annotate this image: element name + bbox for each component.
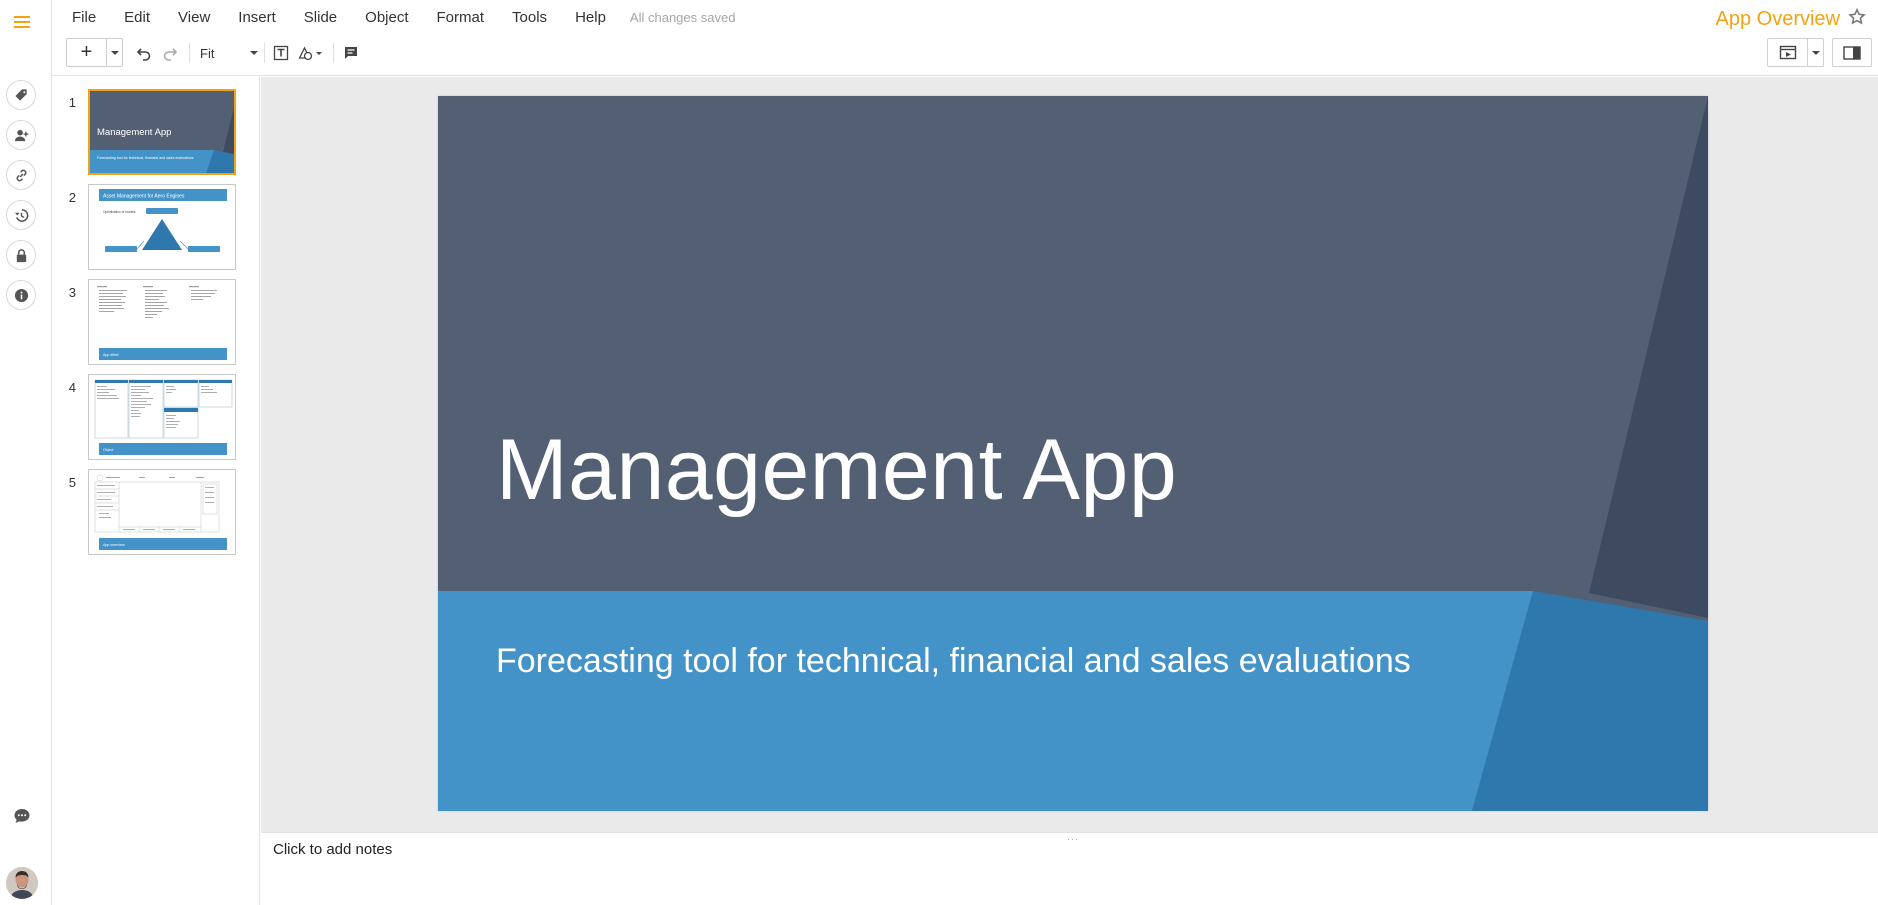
add-user-icon[interactable] [6, 120, 36, 150]
zoom-select[interactable]: Fit [200, 43, 258, 63]
history-icon[interactable] [6, 200, 36, 230]
menu-insert[interactable]: Insert [238, 9, 276, 26]
undo-icon[interactable] [135, 44, 153, 62]
menu-object[interactable]: Object [365, 9, 408, 26]
resize-handle[interactable]: ··· [1067, 834, 1079, 844]
slide-number: 3 [68, 285, 76, 300]
plus-icon[interactable]: + [67, 39, 107, 66]
lock-icon[interactable] [6, 240, 36, 270]
slide-thumbnail-1[interactable]: 1 Management App Forecasting tool for te… [52, 89, 260, 179]
chat-icon[interactable] [10, 804, 34, 828]
toolbar: + Fit [52, 38, 1878, 76]
slides-editor: File Edit View Insert Slide Object Forma… [0, 0, 1878, 905]
chevron-down-icon [1811, 50, 1820, 55]
thumb-subtitle: Optimization of models [103, 210, 136, 214]
thumb-title: App effort [103, 353, 119, 357]
thumb-title: Object [103, 448, 113, 452]
menu-help[interactable]: Help [575, 9, 606, 26]
slide-preview[interactable]: Management App Forecasting tool for tech… [88, 89, 236, 175]
new-slide-dropdown[interactable] [107, 39, 122, 66]
chevron-down-icon [110, 50, 119, 55]
menu-edit[interactable]: Edit [124, 9, 150, 26]
slide-canvas[interactable]: Management App Forecasting tool for tech… [438, 96, 1708, 811]
menu-format[interactable]: Format [437, 9, 485, 26]
tag-icon[interactable] [6, 80, 36, 110]
menubar: File Edit View Insert Slide Object Forma… [52, 0, 1878, 38]
left-rail [0, 0, 52, 905]
save-status: All changes saved [629, 10, 736, 25]
text-box-icon[interactable] [272, 44, 290, 62]
document-title[interactable]: App Overview [1716, 8, 1841, 31]
present-button[interactable] [1767, 38, 1824, 67]
slide-filmstrip: 1 Management App Forecasting tool for te… [52, 77, 260, 905]
shape-icon[interactable] [298, 44, 326, 62]
thumb-title: Management App [97, 127, 171, 138]
notes-placeholder[interactable]: Click to add notes [273, 841, 392, 858]
info-icon[interactable] [6, 280, 36, 310]
slide-preview[interactable]: Object [88, 374, 236, 460]
toolbar-divider [333, 43, 334, 63]
redo-icon[interactable] [161, 44, 179, 62]
toolbar-divider [264, 43, 265, 63]
menu-view[interactable]: View [178, 9, 210, 26]
slide-subtitle[interactable]: Forecasting tool for technical, financia… [496, 642, 1411, 681]
slide-thumbnail-3[interactable]: 3 App effort [52, 279, 260, 369]
zoom-value: Fit [200, 45, 215, 61]
slide-number: 5 [68, 475, 76, 490]
slide-preview[interactable]: Asset Management for Aero Engines Optimi… [88, 184, 236, 270]
slide-thumbnail-2[interactable]: 2 Asset Management for Aero Engines Opti… [52, 184, 260, 274]
slide-workspace: Management App Forecasting tool for tech… [261, 77, 1878, 832]
toolbar-divider [189, 43, 190, 63]
hamburger-menu-icon[interactable] [12, 12, 32, 32]
slide-thumbnail-5[interactable]: 5 App overview [52, 469, 260, 559]
thumb-subtitle: Forecasting tool for technical, financia… [97, 156, 194, 160]
present-dropdown[interactable] [1808, 39, 1823, 66]
slide-preview[interactable]: App effort [88, 279, 236, 365]
side-panel-toggle-icon[interactable] [1832, 38, 1872, 67]
speaker-notes[interactable]: ··· Click to add notes [261, 832, 1878, 905]
new-slide-button[interactable]: + [66, 38, 123, 67]
menu-file[interactable]: File [72, 9, 96, 26]
comment-icon[interactable] [342, 44, 360, 62]
avatar[interactable] [6, 867, 38, 899]
slide-number: 1 [68, 95, 76, 110]
menu-tools[interactable]: Tools [512, 9, 547, 26]
menu-slide[interactable]: Slide [304, 9, 337, 26]
chevron-down-icon [250, 51, 258, 55]
link-icon[interactable] [6, 160, 36, 190]
slide-number: 2 [68, 190, 76, 205]
thumb-title: App overview [103, 543, 125, 547]
main-menu: File Edit View Insert Slide Object Forma… [72, 9, 763, 26]
star-icon[interactable] [1848, 7, 1866, 26]
slide-title[interactable]: Management App [496, 421, 1177, 520]
present-icon[interactable] [1768, 39, 1808, 66]
thumb-title: Asset Management for Aero Engines [103, 194, 185, 200]
slide-number: 4 [68, 380, 76, 395]
slide-preview[interactable]: App overview [88, 469, 236, 555]
slide-thumbnail-4[interactable]: 4 Object [52, 374, 260, 464]
